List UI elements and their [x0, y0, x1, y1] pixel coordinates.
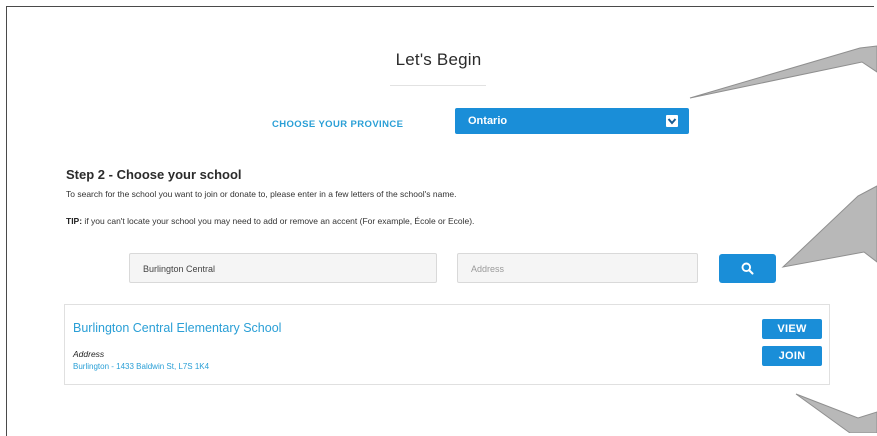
callout-arrow-search	[781, 185, 877, 268]
callout-arrow-province	[689, 45, 877, 99]
callout-arrow-join	[795, 393, 877, 433]
callout-arrows	[689, 45, 877, 433]
